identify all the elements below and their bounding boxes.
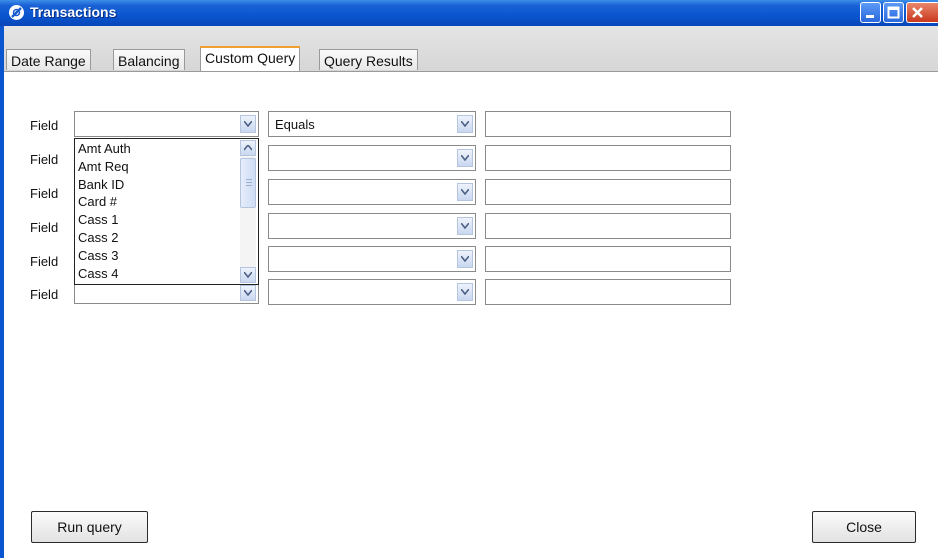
value-input[interactable] — [485, 111, 731, 137]
field-label: Field — [30, 152, 59, 167]
operator-select[interactable] — [268, 213, 476, 239]
chevron-down-icon[interactable] — [457, 250, 473, 268]
minimize-icon — [866, 15, 874, 18]
chevron-down-icon — [244, 272, 252, 278]
chevron-down-icon[interactable] — [457, 149, 473, 167]
tab-divider — [4, 71, 938, 72]
value-input[interactable] — [485, 145, 731, 171]
title-bar[interactable]: Transactions — [0, 0, 938, 26]
operator-select[interactable]: Equals — [268, 111, 476, 137]
operator-select-value: Equals — [275, 117, 315, 132]
field-label: Field — [30, 254, 59, 269]
chevron-down-icon[interactable] — [457, 115, 473, 133]
operator-select[interactable] — [268, 145, 476, 171]
maximize-icon — [887, 6, 900, 19]
run-query-button[interactable]: Run query — [31, 511, 148, 543]
operator-select[interactable] — [268, 246, 476, 272]
dropdown-scrollbar[interactable] — [240, 140, 256, 283]
window-title: Transactions — [30, 4, 117, 20]
field-label: Field — [30, 220, 59, 235]
field-select[interactable] — [74, 282, 259, 304]
operator-select[interactable] — [268, 179, 476, 205]
dialog-content: Date Range Balancing Custom Query Query … — [4, 26, 938, 558]
list-item[interactable]: Amt Auth — [78, 141, 131, 157]
list-item[interactable]: Cass 2 — [78, 230, 118, 246]
scroll-up-button[interactable] — [240, 140, 256, 156]
operator-select[interactable] — [268, 279, 476, 305]
chevron-down-icon[interactable] — [457, 283, 473, 301]
close-window-button[interactable] — [906, 2, 938, 23]
scroll-down-button[interactable] — [240, 267, 256, 283]
list-item[interactable]: Cass 3 — [78, 248, 118, 264]
field-label: Field — [30, 287, 59, 302]
maximize-button[interactable] — [883, 2, 904, 23]
value-input[interactable] — [485, 179, 731, 205]
value-input[interactable] — [485, 246, 731, 272]
value-input[interactable] — [485, 279, 731, 305]
chevron-down-icon[interactable] — [457, 183, 473, 201]
tab-bar: Date Range Balancing Custom Query Query … — [4, 26, 938, 72]
field-select[interactable] — [74, 111, 259, 137]
close-icon — [912, 7, 923, 18]
chevron-up-icon — [244, 145, 252, 151]
field-label: Field — [30, 118, 59, 133]
app-icon — [9, 5, 24, 20]
field-label: Field — [30, 186, 59, 201]
tab-date-range[interactable]: Date Range — [6, 49, 91, 70]
tab-custom-query[interactable]: Custom Query — [200, 46, 301, 72]
transactions-window: Transactions Date Range Balancing Custom… — [0, 0, 938, 558]
chevron-down-icon[interactable] — [240, 285, 256, 301]
minimize-button[interactable] — [860, 2, 881, 23]
list-item[interactable]: Card # — [78, 194, 117, 210]
close-button[interactable]: Close — [812, 511, 916, 543]
value-input[interactable] — [485, 213, 731, 239]
chevron-down-icon[interactable] — [457, 217, 473, 235]
tab-query-results[interactable]: Query Results — [319, 49, 418, 70]
tab-balancing[interactable]: Balancing — [113, 49, 185, 70]
chevron-down-icon[interactable] — [240, 115, 256, 133]
list-item[interactable]: Bank ID — [78, 177, 124, 193]
list-item[interactable]: Cass 4 — [78, 266, 118, 282]
list-item[interactable]: Amt Req — [78, 159, 129, 175]
list-item[interactable]: Cass 1 — [78, 212, 118, 228]
scroll-thumb[interactable] — [240, 158, 256, 208]
field-dropdown-list[interactable]: Amt Auth Amt Req Bank ID Card # Cass 1 C… — [74, 138, 259, 285]
